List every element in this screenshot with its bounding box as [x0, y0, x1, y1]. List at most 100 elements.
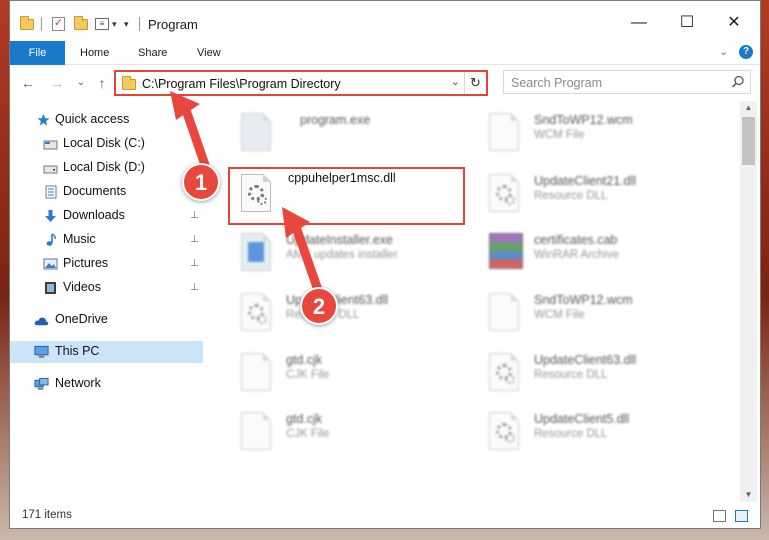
qa-more-icon[interactable]: ▾	[124, 15, 129, 33]
sidebar-item-documents[interactable]: Documents	[10, 181, 203, 203]
sidebar-item-pictures[interactable]: Pictures ⊥	[10, 253, 203, 275]
new-folder-icon[interactable]	[74, 15, 88, 33]
vertical-scrollbar[interactable]: ▲ ▼	[740, 101, 757, 502]
customize-toolbar-icon[interactable]: ≡	[95, 15, 109, 33]
file-item[interactable]: UpdateClient21.dll Resource DLL	[477, 168, 712, 224]
sidebar-item-label: Documents	[63, 184, 127, 198]
music-icon	[46, 233, 56, 246]
quick-access-folder-icon[interactable]	[20, 15, 34, 33]
address-path[interactable]: C:\Program Files\Program Directory	[142, 77, 341, 91]
large-icons-view-icon[interactable]	[735, 510, 748, 522]
videos-icon	[45, 282, 56, 294]
file-name: gtd.cjk	[286, 353, 323, 367]
exe-icon	[241, 113, 275, 157]
address-dropdown-icon[interactable]: ⌄	[451, 75, 460, 88]
sidebar-item-quick-access[interactable]: Quick access	[10, 109, 203, 131]
refresh-button[interactable]: ↻	[464, 72, 486, 94]
sidebar-item-local-disk-c[interactable]: Local Disk (C:)	[10, 133, 203, 155]
file-name: UpdateClient63.dll	[534, 353, 637, 367]
file-item[interactable]: UpdateInstaller.exe AMY updates installe…	[229, 227, 464, 283]
sidebar-item-label: Downloads	[63, 208, 125, 222]
file-name: gtd.cjk	[286, 412, 323, 426]
pin-icon[interactable]: ⊥	[190, 234, 199, 245]
drive-icon	[43, 165, 58, 174]
file-item[interactable]: program.exe	[229, 107, 464, 163]
file-name: SndToWP12.wcm	[534, 293, 633, 307]
file-item[interactable]: certificates.cab WinRAR Archive	[477, 227, 712, 283]
search-input[interactable]: Search Program	[503, 70, 751, 94]
file-item[interactable]: gtd.cjk CJK File	[229, 347, 464, 403]
tab-file[interactable]: File	[10, 41, 65, 65]
file-type: WCM File	[534, 309, 585, 321]
search-icon[interactable]	[731, 75, 745, 89]
dll-gear-icon	[241, 293, 275, 337]
file-name: program.exe	[300, 113, 371, 127]
up-button[interactable]: ↑	[93, 74, 111, 92]
toolbar-separator	[41, 15, 42, 33]
document-icon	[489, 113, 523, 157]
sidebar-item-network[interactable]: Network	[10, 373, 203, 395]
tab-home[interactable]: Home	[80, 41, 109, 65]
sidebar-item-label: Pictures	[63, 256, 109, 270]
star-icon	[37, 114, 50, 126]
details-view-icon[interactable]	[713, 510, 726, 522]
maximize-button[interactable]: ☐	[672, 11, 702, 35]
file-type: WinRAR Archive	[534, 249, 619, 261]
file-item[interactable]: SndToWP12.wcm WCM File	[477, 107, 712, 163]
file-item[interactable]: UpdateClient63.dll Resource DLL	[229, 287, 464, 343]
tab-view[interactable]: View	[197, 41, 221, 65]
title-separator	[139, 15, 140, 33]
sidebar-item-downloads[interactable]: Downloads ⊥	[10, 205, 203, 227]
file-list: program.exe SndToWP12.wcm WCM File cppuh…	[215, 101, 740, 502]
file-type: CJK File	[286, 369, 330, 381]
sidebar-item-onedrive[interactable]: OneDrive	[10, 309, 203, 331]
address-bar[interactable]: C:\Program Files\Program Directory ⌄ ↻	[114, 70, 488, 96]
file-item[interactable]: UpdateClient5.dll Resource DLL	[477, 406, 712, 462]
address-folder-icon	[122, 76, 136, 90]
title-bar: ✓ ≡ ▾ ▾ Program — ☐ ✕	[10, 1, 760, 41]
sidebar-item-label: Local Disk (D:)	[63, 160, 145, 174]
file-name: UpdateClient21.dll	[534, 174, 637, 188]
forward-button[interactable]: →	[48, 74, 66, 92]
dll-gear-icon	[489, 174, 523, 218]
sidebar-item-label: Local Disk (C:)	[63, 136, 145, 150]
target-file-highlight	[228, 167, 465, 225]
scroll-up-icon[interactable]: ▲	[740, 101, 757, 115]
sidebar-item-local-disk-d[interactable]: Local Disk (D:)	[10, 157, 203, 179]
ribbon-tabs: File Home Share View ⌄ ?	[10, 41, 760, 65]
file-name: SndToWP12.wcm	[534, 113, 633, 127]
item-count: 171 items	[22, 509, 72, 521]
sidebar-item-music[interactable]: Music ⊥	[10, 229, 203, 251]
minimize-button[interactable]: —	[624, 11, 654, 35]
explorer-window: ✓ ≡ ▾ ▾ Program — ☐ ✕ File Home Share Vi…	[9, 0, 761, 529]
pin-icon[interactable]: ⊥	[190, 258, 199, 269]
sidebar-item-label: Quick access	[55, 112, 130, 126]
cloud-icon	[34, 317, 49, 326]
tab-share[interactable]: Share	[138, 41, 167, 65]
file-item[interactable]: UpdateClient63.dll Resource DLL	[477, 347, 712, 403]
help-icon[interactable]: ?	[739, 45, 753, 59]
pin-icon[interactable]: ⊥	[190, 282, 199, 293]
back-button[interactable]: ←	[19, 74, 37, 92]
dll-gear-icon	[489, 353, 523, 397]
file-type: WCM File	[534, 129, 585, 141]
close-button[interactable]: ✕	[719, 11, 749, 35]
file-item[interactable]: gtd.cjk CJK File	[229, 406, 464, 462]
sidebar-item-this-pc[interactable]: This PC	[10, 341, 203, 363]
sidebar-item-label: OneDrive	[55, 312, 108, 326]
installer-icon	[241, 233, 275, 277]
sidebar-item-label: This PC	[55, 344, 100, 358]
network-icon	[34, 377, 49, 390]
file-name: certificates.cab	[534, 233, 618, 247]
window-title: Program	[148, 17, 198, 32]
sidebar-item-videos[interactable]: Videos ⊥	[10, 277, 203, 299]
pin-icon[interactable]: ⊥	[190, 210, 199, 221]
properties-check-icon[interactable]: ✓	[52, 15, 65, 33]
ribbon-expand-icon[interactable]: ⌄	[719, 45, 728, 58]
scroll-down-icon[interactable]: ▼	[740, 488, 757, 502]
scroll-thumb[interactable]	[742, 117, 755, 165]
file-item[interactable]: SndToWP12.wcm WCM File	[477, 287, 712, 343]
recent-locations-button[interactable]: ⌄	[72, 74, 90, 92]
sidebar-item-label: Music	[63, 232, 96, 246]
customize-dropdown-icon[interactable]: ▾	[112, 15, 117, 33]
